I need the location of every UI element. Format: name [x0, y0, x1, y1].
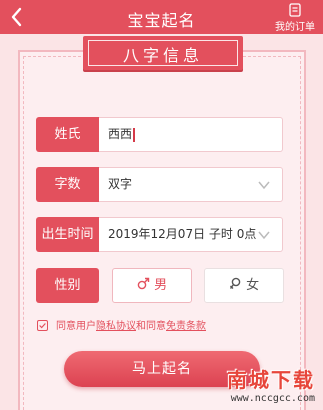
text-cursor [133, 127, 136, 142]
watermark-url: www.nccgcc.com [230, 393, 315, 404]
birth-time-value: 2019年12月07日 子时 0点 [108, 227, 257, 241]
gender-male-button[interactable]: 男 [112, 268, 192, 303]
section-title: 八字信息 [122, 46, 203, 65]
privacy-link[interactable]: 隐私协议 [96, 321, 136, 332]
agreement-middle: 和同意 [136, 321, 166, 332]
my-orders-label: 我的订单 [275, 22, 315, 33]
chevron-down-icon [258, 181, 270, 190]
top-bar: 宝宝起名 我的订单 [0, 0, 323, 34]
watermark-title: 南城下载 [227, 368, 315, 392]
birth-time-select[interactable]: 2019年12月07日 子时 0点 [99, 217, 283, 252]
gender-male-label: 男 [154, 278, 168, 293]
birth-time-label: 出生时间 [36, 217, 99, 252]
document-icon [289, 3, 301, 17]
agreement-text: 同意用户隐私协议和同意免责条款 [56, 320, 206, 334]
name-length-label: 字数 [36, 167, 99, 202]
surname-input[interactable]: 西西 [99, 117, 283, 152]
name-length-value: 双字 [108, 177, 133, 191]
surname-label: 姓氏 [36, 117, 99, 152]
male-symbol-icon [137, 277, 150, 290]
chevron-down-icon [258, 231, 270, 240]
name-length-select[interactable]: 双字 [99, 167, 283, 202]
agreement-prefix: 同意用户 [56, 321, 96, 332]
gender-female-label: 女 [246, 278, 260, 293]
terms-link[interactable]: 免责条款 [166, 321, 206, 332]
female-symbol-icon [229, 277, 241, 289]
my-orders-button[interactable]: 我的订单 [271, 2, 319, 33]
watermark: 南城下载 www.nccgcc.com [201, 364, 319, 406]
section-ribbon: 八字信息 [83, 36, 243, 70]
gender-label: 性别 [36, 268, 99, 303]
surname-value: 西西 [108, 127, 133, 141]
gender-female-button[interactable]: 女 [204, 268, 284, 303]
agreement-checkbox[interactable] [37, 320, 48, 331]
